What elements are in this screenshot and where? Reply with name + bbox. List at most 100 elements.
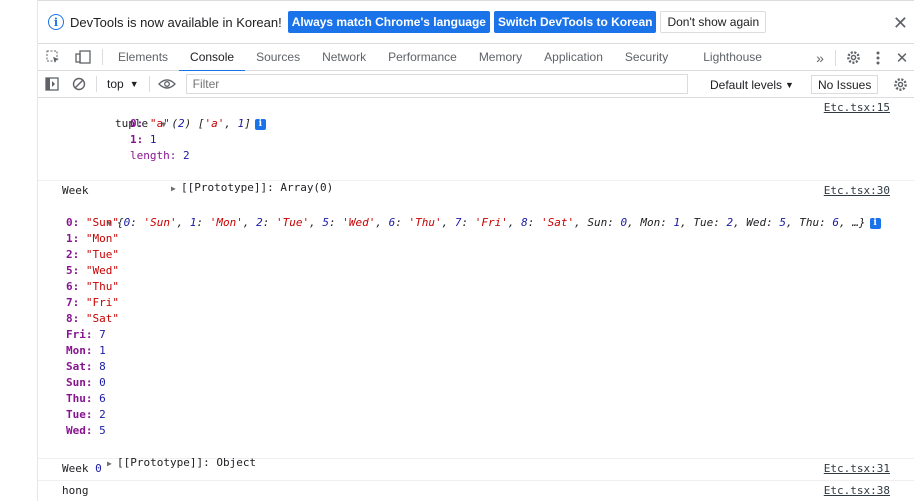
property-colon: : (72, 264, 86, 277)
property-key: Sun (66, 376, 86, 389)
tab-sources[interactable]: Sources (245, 44, 311, 71)
property-colon: : (72, 216, 86, 229)
source-link[interactable]: Etc.tsx:31 (824, 461, 890, 477)
property-key: Mon (66, 344, 86, 357)
live-expression-eye-icon[interactable] (154, 71, 180, 98)
property-key: Tue (66, 408, 86, 421)
tab-network[interactable]: Network (311, 44, 377, 71)
property-key: Sat (66, 360, 86, 373)
prototype-row[interactable]: ▶ [[Prototype]]: Object (54, 439, 914, 469)
message-label: hong (62, 484, 89, 497)
object-summary: {0: 'Sun', 1: 'Mon', 2: 'Tue', 5: 'Wed',… (116, 216, 866, 229)
property-row: Fri: 7 (66, 327, 914, 343)
tab-console[interactable]: Console (179, 44, 246, 72)
message-summary[interactable]: tuple ▼ (2) ['a', 1] i (62, 100, 914, 130)
property-value: 7 (99, 328, 106, 341)
property-value: 1 (149, 133, 157, 146)
console-toolbar: top ▼ Default levels ▼ No Issues (38, 71, 914, 98)
close-devtools-icon[interactable]: ✕ (890, 44, 914, 71)
settings-gear-icon[interactable] (840, 44, 866, 71)
property-row: 6: "Thu" (66, 279, 914, 295)
property-value: 1 (99, 344, 106, 357)
inspect-element-icon[interactable] (38, 44, 68, 71)
dropdown-arrow-icon: ▼ (129, 79, 139, 89)
message-label: Week (62, 462, 89, 475)
property-row: Sun: 0 (66, 375, 914, 391)
filter-input[interactable] (185, 74, 688, 94)
console-output: Etc.tsx:15 tuple ▼ (2) ['a', 1] i 0: "a" 1:… (38, 98, 914, 501)
info-badge-icon[interactable]: i (254, 118, 266, 130)
source-link[interactable]: Etc.tsx:15 (824, 100, 890, 116)
message-label: Week (62, 184, 89, 197)
property-value: "Mon" (85, 232, 119, 245)
more-options-icon[interactable] (866, 44, 890, 71)
issues-button[interactable]: No Issues (811, 75, 879, 94)
property-colon: : (72, 248, 86, 261)
property-row: length: 2 (130, 148, 914, 164)
console-message-week: Etc.tsx:30 Week ▼ {0: 'Sun', 1: 'Mon', 2:… (38, 181, 914, 469)
language-infobar: i DevTools is now available in Korean! A… (38, 0, 914, 44)
divider (835, 49, 836, 66)
property-value: 5 (99, 424, 106, 437)
divider (148, 76, 150, 92)
property-value: "Thu" (85, 280, 119, 293)
console-message-tuple: Etc.tsx:15 tuple ▼ (2) ['a', 1] i 0: "a" 1:… (38, 98, 914, 194)
dropdown-arrow-icon: ▼ (785, 79, 794, 90)
property-list: 0: "Sun" 1: "Mon" 2: "Tue" 5: "Wed" 6: "Thu"… (62, 215, 914, 439)
context-selector[interactable]: top ▼ (101, 77, 145, 91)
info-icon: i (48, 14, 64, 30)
property-key: Wed (66, 424, 86, 437)
property-colon: : (85, 376, 100, 389)
close-icon[interactable]: ✕ (893, 13, 908, 34)
tab-elements[interactable]: Elements (107, 44, 179, 71)
property-row: Tue: 2 (66, 407, 914, 423)
property-row: 1: 1 (130, 132, 914, 148)
property-colon: : (72, 312, 86, 325)
source-link[interactable]: Etc.tsx:38 (824, 483, 890, 499)
property-colon: : (85, 424, 100, 437)
tab-bar-actions: » ✕ (809, 44, 914, 71)
array-summary: (2) ['a', 1] (171, 117, 251, 130)
tab-security[interactable]: Security (614, 44, 679, 71)
property-colon: : (72, 296, 86, 309)
log-levels-dropdown[interactable]: Default levels ▼ (710, 71, 794, 98)
console-message-week-0: Etc.tsx:31 Week 0 (38, 459, 914, 481)
tab-performance[interactable]: Performance (377, 44, 468, 71)
tab-lighthouse[interactable]: Lighthouse (679, 44, 773, 71)
info-badge-icon[interactable]: i (869, 217, 881, 229)
property-value: 2 (99, 408, 106, 421)
property-row: 8: "Sat" (66, 311, 914, 327)
sidebar-toggle-icon[interactable] (38, 71, 66, 98)
property-value: "Wed" (85, 264, 119, 277)
property-colon: : (85, 392, 100, 405)
property-colon: : (85, 344, 100, 357)
clear-console-icon[interactable] (66, 71, 92, 98)
property-key: length (130, 149, 170, 162)
console-settings-gear-icon[interactable] (890, 75, 910, 94)
property-value: "Fri" (85, 296, 119, 309)
log-levels-label: Default levels (710, 77, 783, 92)
dont-show-again-button[interactable]: Don't show again (660, 11, 767, 33)
infobar-message: DevTools is now available in Korean! (70, 14, 282, 30)
property-key: 0 (66, 216, 73, 229)
tab-application[interactable]: Application (533, 44, 614, 71)
source-link[interactable]: Etc.tsx:30 (824, 183, 890, 199)
property-value: "a" (149, 117, 170, 130)
property-key: Fri (66, 328, 86, 341)
property-colon: : (72, 280, 86, 293)
property-row: 5: "Wed" (66, 263, 914, 279)
more-tabs-icon[interactable]: » (809, 44, 831, 71)
property-value: "Tue" (85, 248, 119, 261)
divider (96, 76, 97, 92)
property-value: 6 (99, 392, 106, 405)
device-toolbar-icon[interactable] (68, 44, 98, 71)
left-gutter (0, 0, 38, 501)
switch-to-korean-button[interactable]: Switch DevTools to Korean (493, 11, 657, 33)
always-match-language-button[interactable]: Always match Chrome's language (287, 11, 490, 33)
tab-memory[interactable]: Memory (468, 44, 533, 71)
prototype-row[interactable]: ▶ [[Prototype]]: Array(0) (62, 164, 914, 194)
message-summary[interactable]: ▼ {0: 'Sun', 1: 'Mon', 2: 'Tue', 5: 'Wed'… (54, 199, 914, 229)
context-selector-value: top (107, 77, 124, 91)
property-row: Sat: 8 (66, 359, 914, 375)
divider (102, 49, 103, 65)
